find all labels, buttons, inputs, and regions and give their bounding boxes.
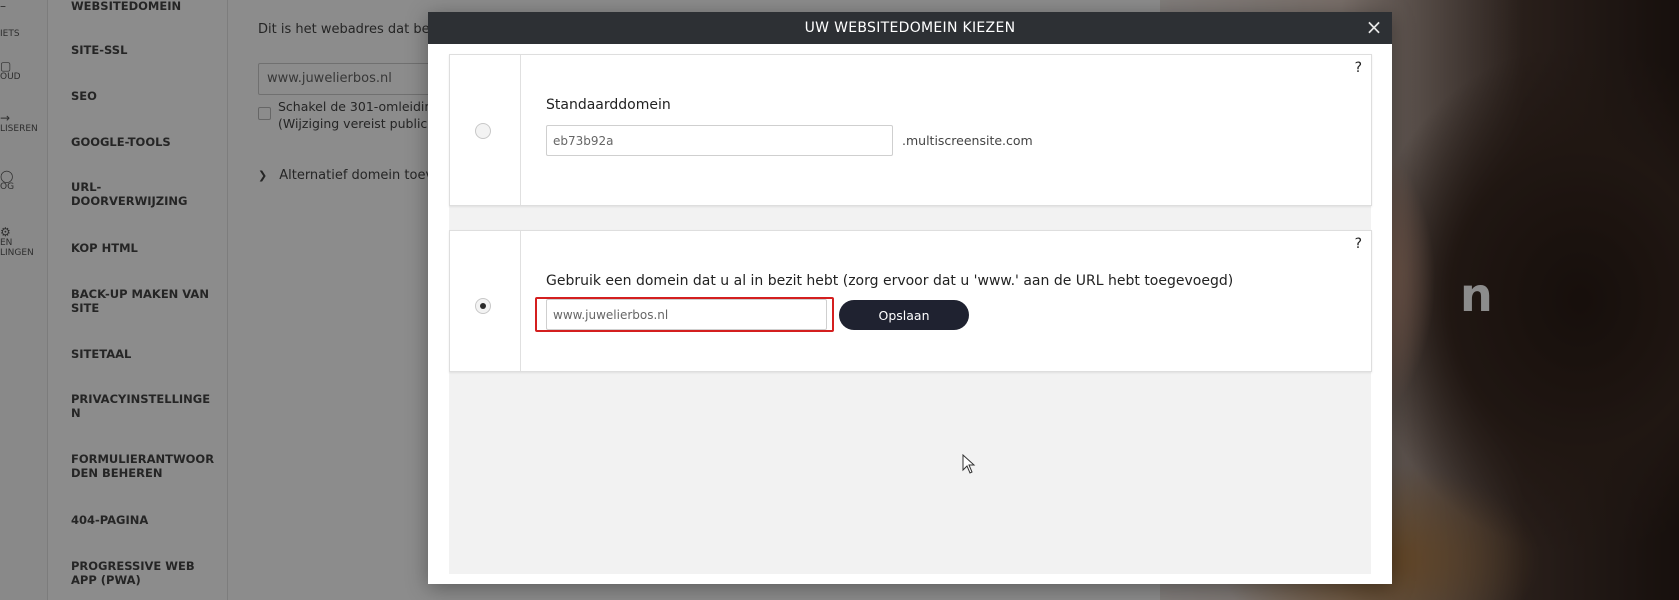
custom-domain-input[interactable]: [546, 299, 827, 330]
standard-domain-radio[interactable]: [475, 123, 491, 139]
standard-domain-input[interactable]: [546, 125, 893, 156]
choose-domain-dialog: UW WEBSITEDOMEIN KIEZEN × ? Standaarddom…: [428, 12, 1392, 584]
custom-domain-radio[interactable]: [475, 298, 491, 314]
help-icon[interactable]: ?: [1355, 236, 1362, 252]
standard-radio-column: [450, 55, 521, 205]
save-button[interactable]: Opslaan: [839, 300, 969, 330]
standard-domain-label: Standaarddomein: [546, 97, 671, 113]
mouse-cursor-icon: [962, 454, 976, 474]
dialog-title: UW WEBSITEDOMEIN KIEZEN: [804, 20, 1016, 36]
custom-domain-label: Gebruik een domein dat u al in bezit heb…: [546, 273, 1234, 289]
domain-suffix: .multiscreensite.com: [902, 133, 1033, 148]
help-icon[interactable]: ?: [1355, 60, 1362, 76]
standard-domain-card[interactable]: ? Standaarddomein .multiscreensite.com: [449, 54, 1372, 206]
dialog-body: ? Standaarddomein .multiscreensite.com ?…: [449, 54, 1372, 574]
custom-radio-column: [450, 231, 521, 371]
dialog-header: UW WEBSITEDOMEIN KIEZEN ×: [428, 12, 1392, 44]
custom-domain-card[interactable]: ? Gebruik een domein dat u al in bezit h…: [449, 230, 1372, 372]
close-icon[interactable]: ×: [1362, 16, 1386, 40]
